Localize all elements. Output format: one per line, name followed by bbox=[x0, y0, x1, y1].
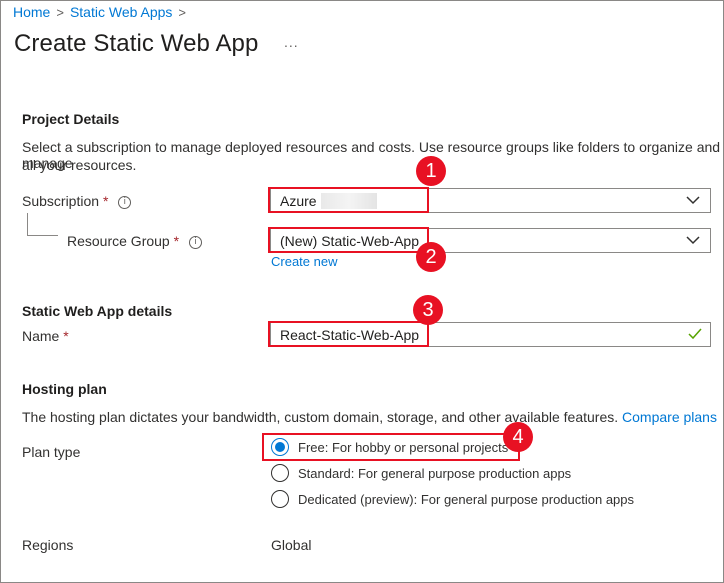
project-description-line2: all your resources. bbox=[22, 157, 137, 173]
radio-dedicated[interactable] bbox=[271, 490, 289, 508]
redacted-text bbox=[320, 192, 377, 209]
chevron-right-icon: > bbox=[56, 4, 64, 20]
subscription-label: Subscription * i bbox=[22, 193, 132, 209]
plan-option-standard[interactable]: Standard: For general purpose production… bbox=[298, 466, 571, 481]
name-value: React-Static-Web-App bbox=[280, 326, 420, 343]
create-new-link[interactable]: Create new bbox=[271, 254, 337, 269]
info-icon[interactable]: i bbox=[118, 195, 132, 209]
breadcrumb-home[interactable]: Home bbox=[13, 4, 50, 20]
callout-badge-2: 2 bbox=[416, 242, 446, 272]
resource-group-value: (New) Static-Web-App bbox=[280, 232, 420, 249]
callout-badge-4: 4 bbox=[503, 422, 533, 452]
callout-badge-1: 1 bbox=[416, 156, 446, 186]
hosting-heading: Hosting plan bbox=[22, 381, 107, 397]
subscription-dropdown[interactable]: Azure bbox=[270, 188, 711, 213]
plan-option-dedicated[interactable]: Dedicated (preview): For general purpose… bbox=[298, 492, 634, 507]
details-heading: Static Web App details bbox=[22, 303, 173, 319]
name-input[interactable]: React-Static-Web-App bbox=[270, 322, 711, 347]
name-label: Name * bbox=[22, 328, 69, 344]
project-details-heading: Project Details bbox=[22, 111, 120, 127]
plan-type-label: Plan type bbox=[22, 444, 81, 460]
radio-standard[interactable] bbox=[271, 464, 289, 482]
resource-group-label: Resource Group * i bbox=[67, 233, 202, 249]
required-mark: * bbox=[63, 328, 69, 344]
regions-value: Global bbox=[271, 537, 312, 553]
subscription-value: Azure bbox=[280, 192, 317, 209]
plan-option-free[interactable]: Free: For hobby or personal projects bbox=[298, 440, 508, 455]
breadcrumb-static-web-apps[interactable]: Static Web Apps bbox=[70, 4, 172, 20]
compare-plans-link[interactable]: Compare plans bbox=[622, 409, 717, 425]
hosting-description: The hosting plan dictates your bandwidth… bbox=[22, 409, 717, 425]
required-mark: * bbox=[173, 233, 180, 249]
checkmark-icon bbox=[688, 328, 702, 340]
radio-free[interactable] bbox=[271, 438, 289, 456]
more-icon[interactable]: ... bbox=[284, 34, 299, 50]
breadcrumb: Home > Static Web Apps > bbox=[13, 4, 192, 20]
chevron-right-icon: > bbox=[178, 4, 187, 20]
resource-group-dropdown[interactable]: (New) Static-Web-App bbox=[270, 228, 711, 253]
chevron-down-icon bbox=[686, 196, 700, 205]
info-icon[interactable]: i bbox=[188, 235, 202, 249]
regions-label: Regions bbox=[22, 537, 74, 553]
tree-connector bbox=[27, 213, 58, 236]
chevron-down-icon bbox=[686, 236, 700, 245]
required-mark: * bbox=[102, 193, 109, 209]
callout-badge-3: 3 bbox=[413, 295, 443, 325]
page-title: Create Static Web App bbox=[14, 30, 259, 57]
